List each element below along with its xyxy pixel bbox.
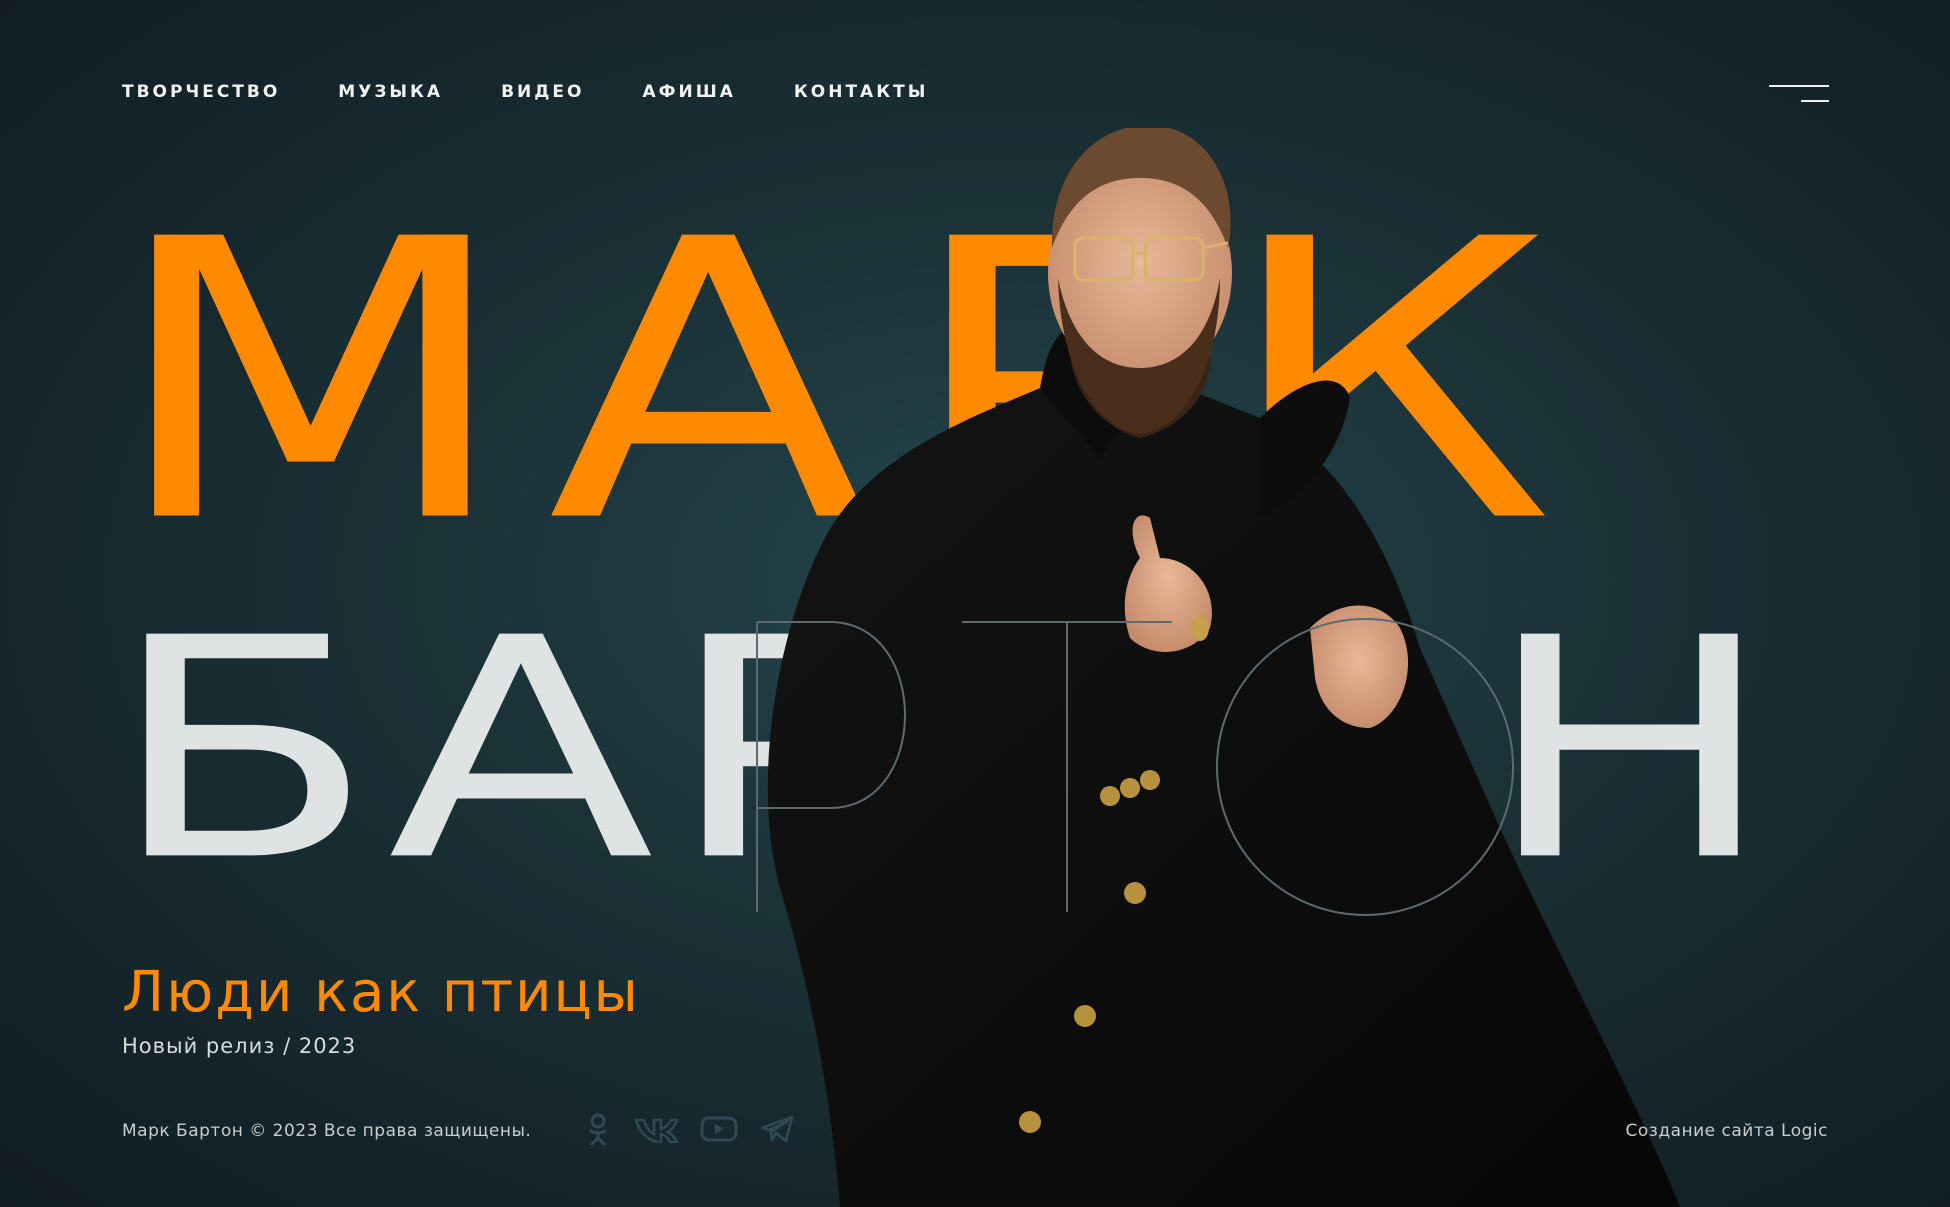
youtube-icon[interactable] [700,1115,738,1147]
artist-photo [767,128,1680,1207]
vk-icon[interactable] [634,1115,680,1147]
social-links [584,1112,794,1150]
nav-item-creativity[interactable]: ТВОРЧЕСТВО [122,82,280,102]
site-credits-link[interactable]: Создание сайта Logic [1626,1121,1828,1141]
main-nav: ТВОРЧЕСТВО МУЗЫКА ВИДЕО АФИША КОНТАКТЫ [122,82,986,102]
odnoklassniki-icon[interactable] [584,1112,612,1150]
menu-icon[interactable] [1769,82,1829,106]
release-title[interactable]: Люди как птицы [122,960,640,1025]
release-subtitle: Новый релиз / 2023 [122,1034,357,1058]
nav-item-video[interactable]: ВИДЕО [501,82,584,102]
nav-item-events[interactable]: АФИША [642,82,735,102]
telegram-icon[interactable] [760,1115,794,1147]
nav-item-contacts[interactable]: КОНТАКТЫ [794,82,928,102]
nav-item-music[interactable]: МУЗЫКА [338,82,443,102]
copyright-text: Марк Бартон © 2023 Все права защищены. [122,1121,532,1141]
